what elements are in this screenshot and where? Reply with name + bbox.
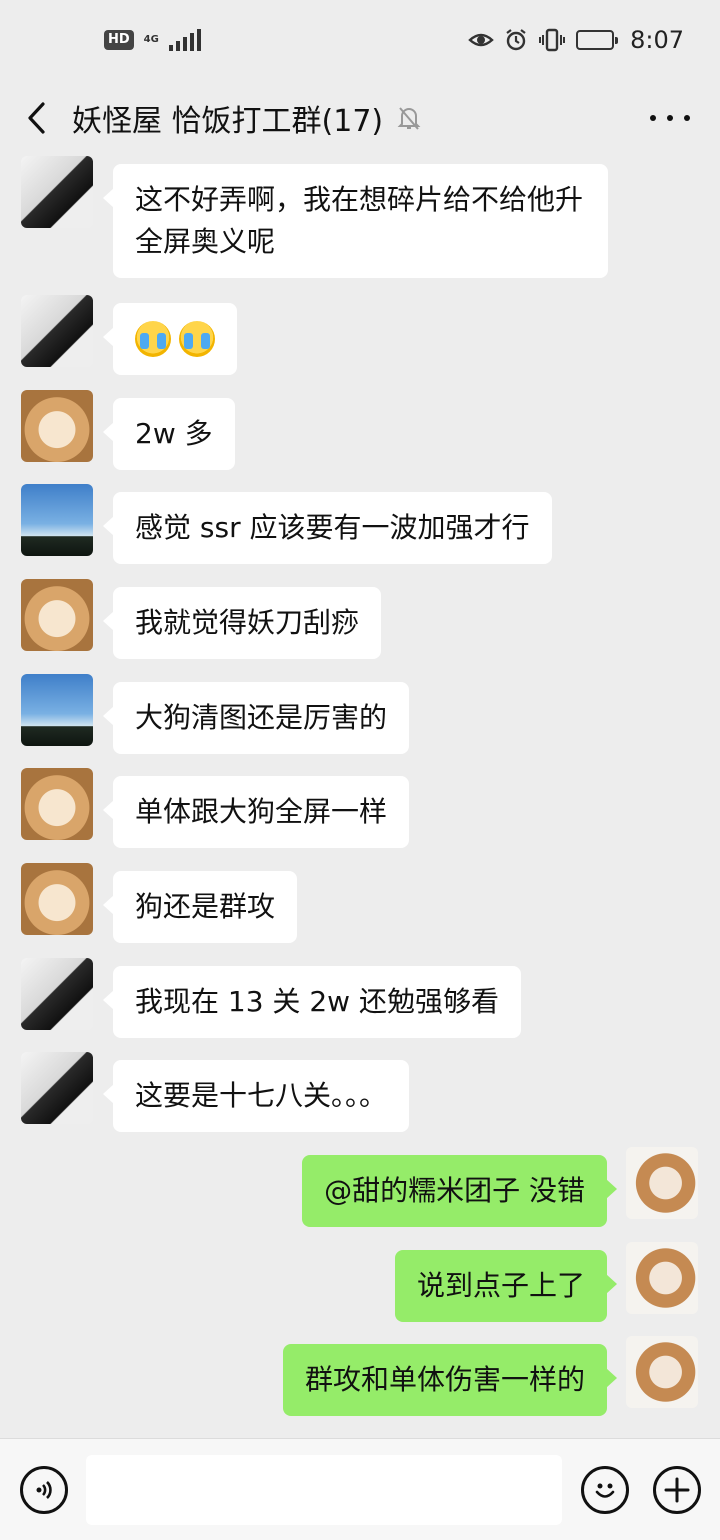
avatar-dog[interactable] <box>626 1336 698 1408</box>
message-input[interactable] <box>86 1455 562 1525</box>
avatar-sky[interactable] <box>21 484 93 556</box>
chat-header: 妖怪屋 恰饭打工群(17) <box>0 80 720 156</box>
message-bubble[interactable]: 大狗清图还是厉害的 <box>102 682 410 754</box>
crying-emoji <box>179 321 215 357</box>
message-list[interactable]: 这不好弄啊，我在想碎片给不给他升全屏奥义呢 2w 多 感觉 ssr 应该要有一波… <box>0 156 720 1438</box>
emoji-icon <box>595 1483 615 1498</box>
add-button[interactable] <box>653 1466 701 1514</box>
message-bubble[interactable]: 狗还是群攻 <box>102 871 298 943</box>
message-bubble-outgoing[interactable]: 说到点子上了 <box>394 1250 618 1322</box>
message-bubble[interactable]: 感觉 ssr 应该要有一波加强才行 <box>103 492 552 564</box>
avatar-bear[interactable] <box>21 863 93 935</box>
status-bar: HD 4G 8:07 <box>0 0 720 80</box>
avatar-man[interactable] <box>21 958 93 1030</box>
voice-icon <box>36 1481 52 1499</box>
avatar-bear[interactable] <box>21 579 93 651</box>
avatar-sky[interactable] <box>21 674 93 746</box>
voice-button[interactable] <box>20 1466 68 1514</box>
vibrate-icon <box>539 28 566 52</box>
network-type: 4G <box>143 34 159 45</box>
avatar-dog[interactable] <box>626 1147 698 1219</box>
message-bubble[interactable]: 这不好弄啊，我在想碎片给不给他升全屏奥义呢 <box>103 164 608 278</box>
message-bubble[interactable]: 2w 多 <box>103 398 235 470</box>
add-icon <box>664 1477 690 1503</box>
message-bubble[interactable]: 单体跟大狗全屏一样 <box>102 776 410 848</box>
eye-icon <box>468 33 494 47</box>
clock: 8:07 <box>630 26 684 54</box>
chevron-left-icon <box>28 102 45 134</box>
message-bubble[interactable] <box>103 303 237 375</box>
crying-emoji <box>135 321 171 357</box>
mute-bell-icon <box>397 105 421 131</box>
emoji-button[interactable] <box>581 1466 629 1514</box>
avatar-man[interactable] <box>21 295 93 367</box>
avatar-bear[interactable] <box>21 768 93 840</box>
back-button[interactable] <box>0 80 72 156</box>
message-bubble[interactable]: 我现在 13 关 2w 还勉强够看 <box>103 966 521 1038</box>
alarm-icon <box>506 29 526 51</box>
avatar-man[interactable] <box>21 1052 93 1124</box>
signal-icon <box>168 29 201 51</box>
message-bubble-outgoing[interactable]: @甜的糯米团子 没错 <box>302 1155 617 1227</box>
hd-badge: HD <box>104 30 134 50</box>
avatar-bear[interactable] <box>21 390 93 462</box>
avatar-dog[interactable] <box>626 1242 698 1314</box>
battery-icon <box>576 30 619 50</box>
message-bubble[interactable]: 我就觉得妖刀刮痧 <box>102 587 382 659</box>
message-bubble[interactable]: 这要是十七八关。。。 <box>102 1060 410 1132</box>
chat-title: 妖怪屋 恰饭打工群(17) <box>72 104 384 139</box>
avatar-man[interactable] <box>21 156 93 228</box>
input-bar <box>0 1438 720 1540</box>
message-bubble-outgoing[interactable]: 群攻和单体伤害一样的 <box>282 1344 618 1416</box>
more-options-button[interactable] <box>650 102 690 134</box>
